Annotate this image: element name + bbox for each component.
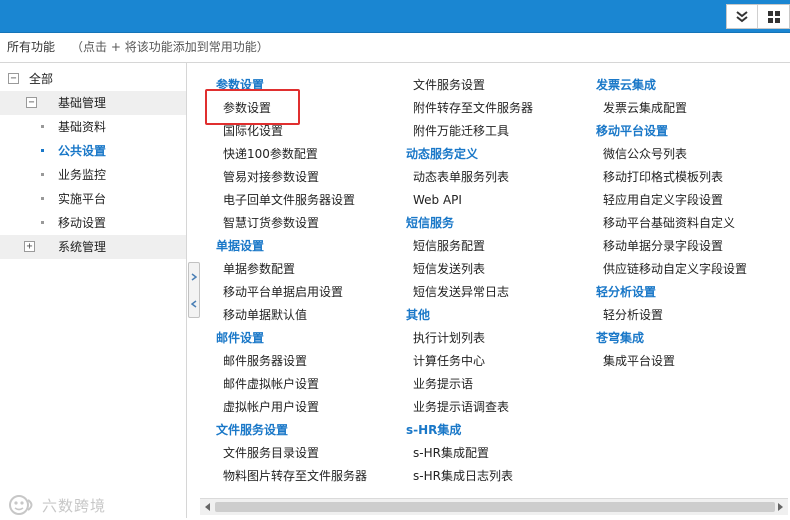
collapse-toggle-icon[interactable]: −: [26, 97, 37, 108]
function-link[interactable]: 执行计划列表: [406, 330, 533, 353]
function-link[interactable]: 快递100参数配置: [216, 146, 367, 169]
function-link[interactable]: 业务提示语: [406, 376, 533, 399]
function-link[interactable]: 供应链移动自定义字段设置: [596, 261, 747, 284]
function-link[interactable]: 移动单据默认值: [216, 307, 367, 330]
function-link[interactable]: 轻分析设置: [596, 307, 747, 330]
function-link[interactable]: 发票云集成配置: [596, 100, 747, 123]
section-heading: 发票云集成: [596, 78, 657, 92]
function-link[interactable]: 附件万能迁移工具: [406, 123, 533, 146]
bullet-icon: [41, 221, 44, 224]
expand-toggle-icon[interactable]: +: [24, 241, 35, 252]
section-heading: 单据设置: [216, 239, 265, 253]
section-heading: 短信服务: [406, 216, 455, 230]
function-column-1: 参数设置 参数设置 国际化设置 快递100参数配置 管易对接参数设置 电子回单文件服务器设…: [216, 77, 367, 491]
function-link[interactable]: 文件服务设置: [406, 77, 533, 100]
function-link[interactable]: 邮件服务器设置: [216, 353, 367, 376]
function-tree: − 全部 − 基础管理 基础资料 公共设置 业务监控 实施平台 移动设置 + 系…: [0, 63, 187, 518]
function-link[interactable]: 移动平台单据启用设置: [216, 284, 367, 307]
function-link[interactable]: 电子回单文件服务器设置: [216, 192, 367, 215]
tree-node-mobile-settings[interactable]: 移动设置: [0, 211, 186, 235]
function-link[interactable]: Web API: [406, 192, 533, 215]
function-link[interactable]: 短信发送异常日志: [406, 284, 533, 307]
tree-label: 公共设置: [58, 144, 107, 158]
function-link[interactable]: 智慧订货参数设置: [216, 215, 367, 238]
highlight-annotation: [205, 89, 300, 125]
function-link[interactable]: 集成平台设置: [596, 353, 747, 376]
function-link[interactable]: 管易对接参数设置: [216, 169, 367, 192]
section-heading: 邮件设置: [216, 331, 265, 345]
chevron-left-icon[interactable]: [191, 299, 197, 308]
function-link[interactable]: 物料图片转存至文件服务器: [216, 468, 367, 491]
tree-node-implementation-platform[interactable]: 实施平台: [0, 187, 186, 211]
function-link[interactable]: s-HR集成日志列表: [406, 468, 533, 491]
bullet-icon: [41, 125, 44, 128]
title-hint: （点击 + 将该功能添加到常用功能）: [71, 40, 269, 54]
panel-collapse-handle[interactable]: [188, 262, 200, 318]
function-column-2: 文件服务设置 附件转存至文件服务器 附件万能迁移工具 动态服务定义动态表单服务列表 We…: [406, 77, 533, 491]
grid-view-button[interactable]: [758, 5, 789, 28]
tree-label: 全部: [29, 72, 54, 86]
scroll-right-icon[interactable]: [774, 501, 786, 513]
tree-label: 基础管理: [58, 96, 107, 110]
section-heading: s-HR集成: [406, 423, 462, 437]
function-link[interactable]: 计算任务中心: [406, 353, 533, 376]
collapse-button[interactable]: [727, 5, 758, 28]
function-link[interactable]: 国际化设置: [216, 123, 367, 146]
watermark-text: 六数跨境: [42, 496, 107, 515]
function-link[interactable]: 文件服务目录设置: [216, 445, 367, 468]
collapse-toggle-icon[interactable]: −: [8, 73, 19, 84]
tree-label: 业务监控: [58, 168, 107, 182]
tree-label: 基础资料: [58, 120, 107, 134]
bullet-icon: [41, 173, 44, 176]
section-heading: 其他: [406, 308, 431, 322]
function-link[interactable]: 业务提示语调查表: [406, 399, 533, 422]
function-link[interactable]: 附件转存至文件服务器: [406, 100, 533, 123]
tree-label: 移动设置: [58, 216, 107, 230]
page-title: 所有功能: [7, 40, 56, 54]
grid-icon: [767, 10, 780, 23]
section-heading: 动态服务定义: [406, 147, 479, 161]
watermark: 六数跨境: [8, 494, 106, 516]
horizontal-scrollbar[interactable]: [200, 498, 788, 515]
function-link[interactable]: 轻应用自定义字段设置: [596, 192, 747, 215]
tree-node-basic-management[interactable]: − 基础管理: [0, 91, 186, 115]
function-link[interactable]: 邮件虚拟帐户设置: [216, 376, 367, 399]
watermark-logo-icon: [9, 495, 33, 515]
scroll-left-icon[interactable]: [202, 501, 214, 513]
tree-node-all[interactable]: − 全部: [0, 67, 186, 91]
function-link[interactable]: 短信服务配置: [406, 238, 533, 261]
top-bar: [0, 0, 790, 33]
top-bar-buttons: [726, 4, 790, 29]
function-link[interactable]: s-HR集成配置: [406, 445, 533, 468]
tree-label: 实施平台: [58, 192, 107, 206]
function-link[interactable]: 动态表单服务列表: [406, 169, 533, 192]
chevron-right-icon[interactable]: [191, 272, 197, 281]
function-link[interactable]: 移动平台基础资料自定义: [596, 215, 747, 238]
bullet-icon: [41, 197, 44, 200]
tree-label: 系统管理: [58, 240, 107, 254]
tree-node-system-management[interactable]: + 系统管理: [0, 235, 186, 259]
title-bar: 所有功能 （点击 + 将该功能添加到常用功能）: [0, 33, 790, 63]
double-chevron-down-icon: [736, 10, 748, 22]
function-link[interactable]: 短信发送列表: [406, 261, 533, 284]
scrollbar-thumb[interactable]: [215, 502, 775, 512]
function-link[interactable]: 单据参数配置: [216, 261, 367, 284]
section-heading: 轻分析设置: [596, 285, 657, 299]
tree-node-business-monitor[interactable]: 业务监控: [0, 163, 186, 187]
section-heading: 文件服务设置: [216, 423, 289, 437]
tree-node-public-settings[interactable]: 公共设置: [0, 139, 186, 163]
function-link[interactable]: 移动打印格式模板列表: [596, 169, 747, 192]
bullet-icon: [41, 149, 44, 152]
function-column-3: 发票云集成发票云集成配置 移动平台设置微信公众号列表 移动打印格式模板列表 轻应用自定…: [596, 77, 747, 376]
section-heading: 苍穹集成: [596, 331, 645, 345]
function-link[interactable]: 虚拟帐户用户设置: [216, 399, 367, 422]
section-heading: 移动平台设置: [596, 124, 669, 138]
function-link[interactable]: 移动单据分录字段设置: [596, 238, 747, 261]
function-list: 参数设置 参数设置 国际化设置 快递100参数配置 管易对接参数设置 电子回单文件服务器设…: [200, 63, 790, 498]
tree-node-basic-data[interactable]: 基础资料: [0, 115, 186, 139]
function-link[interactable]: 微信公众号列表: [596, 146, 747, 169]
